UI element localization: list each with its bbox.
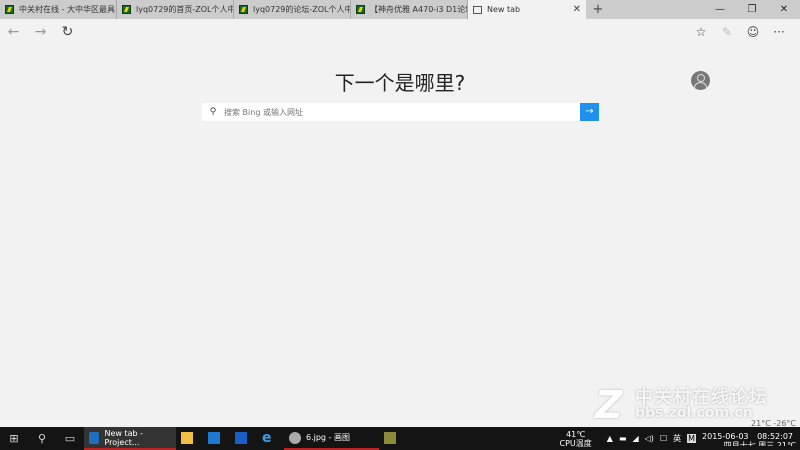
close-tab-icon[interactable]: ✕: [573, 4, 581, 15]
cpu-temp-label: CPU温度: [559, 438, 592, 448]
tab-title: lyq0729的首页-ZOL个人中心: [136, 5, 234, 14]
tab[interactable]: 【神舟优雅 A470-i3 D1论坛】: [351, 0, 468, 19]
watermark-url: bbs.zol.com.cn: [635, 405, 753, 421]
tab[interactable]: lyq0729的论坛-ZOL个人中心: [234, 0, 351, 19]
avatar-icon[interactable]: [691, 71, 710, 90]
wifi-icon[interactable]: ◢: [633, 434, 639, 443]
search-icon: ⚲: [209, 107, 217, 117]
search-box: ⚲ →: [202, 103, 599, 121]
page-heading: 下一个是哪里?: [334, 71, 466, 95]
taskbar-ie[interactable]: e: [257, 427, 284, 450]
globe-icon: [89, 431, 100, 444]
zol-logo-icon: Z: [595, 383, 623, 427]
search-input[interactable]: [224, 107, 580, 117]
search-icon[interactable]: ⚲: [28, 432, 56, 445]
zol-favicon-icon: [356, 5, 365, 14]
date: 2015-06-03: [702, 431, 749, 441]
taskbar-paint[interactable]: 6.jpg - 画图: [284, 427, 379, 450]
time: 08:52:07: [757, 431, 793, 441]
favorites-icon[interactable]: ☆: [688, 25, 714, 39]
go-arrow-button[interactable]: →: [580, 103, 599, 121]
taskbar-store[interactable]: [203, 427, 230, 450]
weather-bottom: 四月十七 周三 21℃: [723, 440, 796, 446]
tab-active[interactable]: New tab ✕: [468, 0, 586, 19]
zol-favicon-icon: [122, 5, 131, 14]
app-label: 6.jpg - 画图: [306, 433, 350, 442]
battery-icon[interactable]: ▬: [619, 434, 627, 443]
taskbar: ⊞ ⚲ ▭ New tab - Project... e 6.jpg - 画图 …: [0, 427, 800, 450]
tab[interactable]: lyq0729的首页-ZOL个人中心: [117, 0, 234, 19]
ime-mode-icon[interactable]: M: [687, 434, 697, 443]
tab-title: New tab: [487, 5, 521, 14]
folder-icon: [181, 431, 193, 444]
minimize-icon[interactable]: —: [704, 0, 736, 19]
show-hidden-icons[interactable]: ▲: [607, 434, 613, 443]
tab-title: 中关村在线 - 大中华区最具商: [19, 5, 117, 14]
page-icon: [473, 5, 482, 14]
start-icon[interactable]: ⊞: [0, 432, 28, 445]
ie-icon: e: [262, 429, 272, 446]
ime-indicator[interactable]: 英: [673, 433, 681, 444]
browser-toolbar: ← → ↻ ☆ ✎ ☺ ···: [0, 19, 800, 44]
close-window-icon[interactable]: ✕: [768, 0, 800, 19]
tab[interactable]: 中关村在线 - 大中华区最具商: [0, 0, 117, 19]
web-note-icon[interactable]: ✎: [714, 25, 740, 39]
cpu-temp-value: 41℃: [566, 429, 586, 439]
volume-icon[interactable]: ◁): [645, 434, 654, 443]
taskbar-file-explorer[interactable]: [176, 427, 203, 450]
app-label: New tab - Project...: [104, 428, 144, 447]
tab-title: lyq0729的论坛-ZOL个人中心: [253, 5, 351, 14]
restore-icon[interactable]: ❐: [736, 0, 768, 19]
cpu-temp: 41℃ CPU温度: [560, 430, 592, 448]
back-icon[interactable]: ←: [0, 24, 27, 40]
zol-favicon-icon: [239, 5, 248, 14]
taskbar-maxthon[interactable]: [230, 427, 257, 450]
clock[interactable]: 2015-06-03 08:52:07 四月十七 周三 21℃: [699, 432, 796, 446]
taskbar-app-edge[interactable]: New tab - Project...: [84, 427, 176, 450]
monitor-icon: [384, 431, 396, 444]
forward-icon[interactable]: →: [27, 24, 54, 40]
action-center-icon[interactable]: ☐: [660, 434, 667, 443]
task-view-icon[interactable]: ▭: [56, 432, 84, 445]
more-icon[interactable]: ···: [766, 25, 792, 39]
tab-strip: 中关村在线 - 大中华区最具商 lyq0729的首页-ZOL个人中心 lyq07…: [0, 0, 800, 19]
maxthon-icon: [235, 431, 247, 444]
paint-icon: [289, 431, 301, 444]
refresh-icon[interactable]: ↻: [54, 24, 81, 40]
store-icon: [208, 431, 220, 444]
feedback-smiley-icon[interactable]: ☺: [740, 25, 766, 39]
taskbar-monitor[interactable]: [379, 427, 406, 450]
new-tab-button[interactable]: +: [586, 0, 610, 19]
zol-favicon-icon: [5, 5, 14, 14]
tab-title: 【神舟优雅 A470-i3 D1论坛】: [370, 5, 467, 14]
